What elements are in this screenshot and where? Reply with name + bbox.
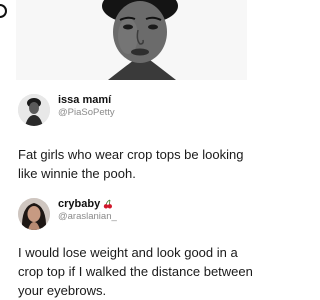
tweet2-display-name-text: crybaby xyxy=(58,198,101,210)
tweet1-names: issa mamí @PiaSoPetty xyxy=(58,94,115,119)
tweet1-handle[interactable]: @PiaSoPetty xyxy=(58,107,115,119)
avatar-image xyxy=(18,198,50,230)
cherry-icon xyxy=(104,199,113,209)
avatar-image xyxy=(18,94,50,126)
tweet2-text: I would lose weight and look good in a c… xyxy=(18,245,253,298)
tweet2-names: crybaby @araslanian_ xyxy=(58,198,117,223)
tweet1-display-name[interactable]: issa mamí xyxy=(58,94,115,107)
portrait-illustration xyxy=(16,0,247,80)
tweet2-header: crybaby @araslanian_ xyxy=(18,198,117,230)
tweet1-avatar[interactable] xyxy=(18,94,50,126)
tweet2-avatar[interactable] xyxy=(18,198,50,230)
tweet1-text: Fat girls who wear crop tops be looking … xyxy=(18,147,244,181)
tweet2-display-name[interactable]: crybaby xyxy=(58,198,117,211)
meme-screenshot: issa mamí @PiaSoPetty Fat girls who wear… xyxy=(0,0,263,300)
tweet2-handle[interactable]: @araslanian_ xyxy=(58,211,117,223)
tweet1-header: issa mamí @PiaSoPetty xyxy=(18,94,115,126)
corner-bracket-icon xyxy=(0,4,7,18)
top-photo xyxy=(16,0,247,80)
